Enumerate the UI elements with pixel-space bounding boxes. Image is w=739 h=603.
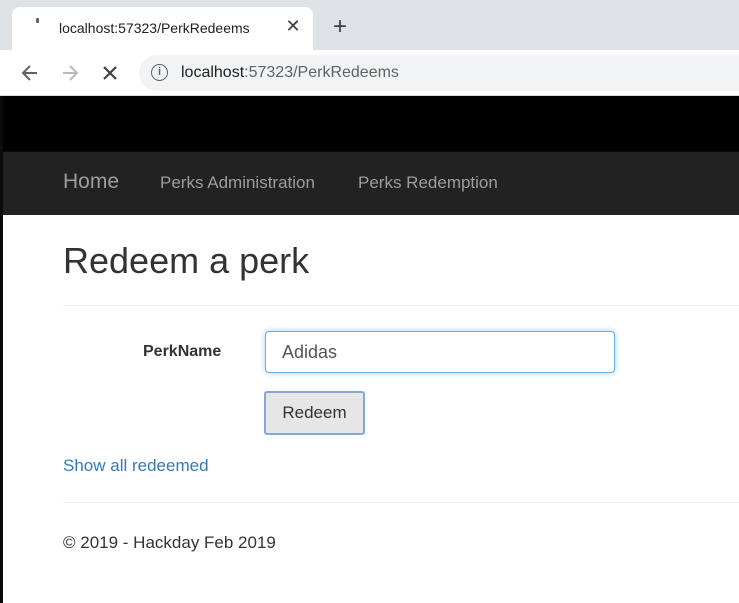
- redeem-button[interactable]: Redeem: [264, 391, 365, 435]
- page-title: Redeem a perk: [63, 240, 310, 281]
- perkname-label: PerkName: [143, 343, 222, 360]
- url-text: localhost:57323/PerkRedeems: [181, 64, 399, 82]
- footer-divider: [63, 502, 739, 503]
- forward-button[interactable]: [57, 60, 83, 86]
- stop-button[interactable]: [97, 60, 123, 86]
- divider: [63, 305, 739, 306]
- info-icon[interactable]: i: [151, 64, 168, 81]
- page-header-band: [3, 96, 739, 151]
- back-arrow-icon: [21, 65, 37, 81]
- tab-close-icon[interactable]: ✕: [284, 17, 302, 35]
- stop-icon: [103, 66, 117, 80]
- show-all-redeemed-link[interactable]: Show all redeemed: [63, 456, 209, 476]
- browser-tabstrip: localhost:57323/PerkRedeems ✕ +: [0, 0, 739, 50]
- footer-text: © 2019 - Hackday Feb 2019: [63, 533, 276, 552]
- tab-title: localhost:57323/PerkRedeems: [59, 20, 250, 36]
- nav-link-perks-administration[interactable]: Perks Administration: [160, 173, 315, 193]
- loading-favicon-icon: [36, 18, 39, 23]
- browser-toolbar: i localhost:57323/PerkRedeems: [0, 50, 739, 96]
- new-tab-button[interactable]: +: [329, 15, 351, 39]
- url-host: localhost: [181, 64, 245, 81]
- browser-tab[interactable]: localhost:57323/PerkRedeems ✕: [12, 7, 313, 50]
- address-bar[interactable]: i localhost:57323/PerkRedeems: [139, 55, 739, 91]
- nav-link-perks-redemption[interactable]: Perks Redemption: [358, 173, 498, 193]
- forward-arrow-icon: [63, 65, 79, 81]
- perkname-input[interactable]: [265, 331, 615, 373]
- main-content: Redeem a perk PerkName Redeem Show all r…: [3, 215, 739, 603]
- nav-brand-home[interactable]: Home: [63, 170, 119, 194]
- url-path: :57323/PerkRedeems: [244, 64, 399, 81]
- back-button[interactable]: [17, 60, 43, 86]
- site-navbar: Home Perks Administration Perks Redempti…: [3, 151, 739, 215]
